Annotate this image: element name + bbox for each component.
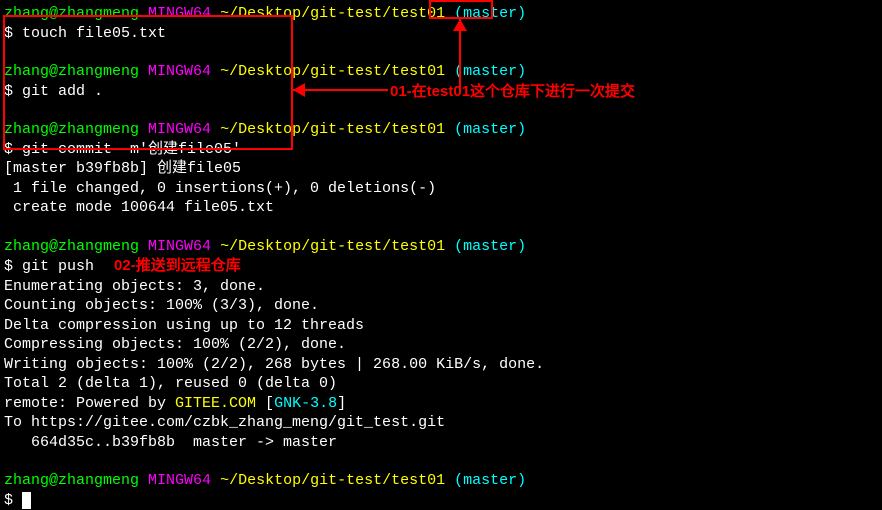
blank-line	[4, 218, 878, 237]
prompt-line: zhang@zhangmeng MINGW64 ~/Desktop/git-te…	[4, 62, 878, 82]
output-line: To https://gitee.com/czbk_zhang_meng/git…	[4, 413, 878, 433]
command-line: $ git commit -m'创建file05'	[4, 140, 878, 160]
cursor	[22, 492, 31, 509]
prompt-env: MINGW64	[148, 5, 211, 22]
command-line: $ touch file05.txt	[4, 24, 878, 44]
output-line: remote: Powered by GITEE.COM [GNK-3.8]	[4, 394, 878, 414]
prompt-branch: (master)	[454, 63, 526, 80]
output-line: Enumerating objects: 3, done.	[4, 277, 878, 297]
output-line: 664d35c..b39fb8b master -> master	[4, 433, 878, 453]
prompt-path: ~/Desktop/git-test/test01	[220, 238, 445, 255]
blank-line	[4, 452, 878, 471]
prompt-line: zhang@zhangmeng MINGW64 ~/Desktop/git-te…	[4, 237, 878, 257]
prompt-user: zhang@zhangmeng	[4, 472, 139, 489]
output-line: [master b39fb8b] 创建file05	[4, 159, 878, 179]
output-line: create mode 100644 file05.txt	[4, 198, 878, 218]
prompt-user: zhang@zhangmeng	[4, 121, 139, 138]
output-line: Writing objects: 100% (2/2), 268 bytes |…	[4, 355, 878, 375]
command-line-active[interactable]: $	[4, 491, 878, 510]
prompt-path: ~/Desktop/git-test/test01	[220, 63, 445, 80]
blank-line	[4, 101, 878, 120]
output-line: Total 2 (delta 1), reused 0 (delta 0)	[4, 374, 878, 394]
command-line: $ git add .01-在test01这个仓库下进行一次提交	[4, 82, 878, 102]
prompt-user: zhang@zhangmeng	[4, 238, 139, 255]
prompt-env: MINGW64	[148, 238, 211, 255]
gnk-version: GNK-3.8	[274, 395, 337, 412]
terminal-content[interactable]: zhang@zhangmeng MINGW64 ~/Desktop/git-te…	[4, 4, 878, 510]
prompt-env: MINGW64	[148, 472, 211, 489]
prompt-path: ~/Desktop/git-test/test01	[220, 472, 445, 489]
blank-line	[4, 43, 878, 62]
prompt-path: ~/Desktop/git-test/test01	[220, 5, 445, 22]
output-line: Counting objects: 100% (3/3), done.	[4, 296, 878, 316]
output-line: 1 file changed, 0 insertions(+), 0 delet…	[4, 179, 878, 199]
command-text: git push	[22, 258, 94, 275]
command-text: git add .	[22, 83, 103, 100]
command-text: touch file05.txt	[22, 25, 166, 42]
command-line: $ git push02-推送到远程仓库	[4, 256, 878, 277]
gitee-link: GITEE.COM	[175, 395, 256, 412]
prompt-line: zhang@zhangmeng MINGW64 ~/Desktop/git-te…	[4, 4, 878, 24]
prompt-branch: (master)	[454, 5, 526, 22]
prompt-branch: (master)	[454, 238, 526, 255]
prompt-line: zhang@zhangmeng MINGW64 ~/Desktop/git-te…	[4, 120, 878, 140]
output-line: Delta compression using up to 12 threads	[4, 316, 878, 336]
prompt-branch: (master)	[454, 472, 526, 489]
prompt-env: MINGW64	[148, 121, 211, 138]
prompt-env: MINGW64	[148, 63, 211, 80]
annotation-text-01: 01-在test01这个仓库下进行一次提交	[390, 82, 635, 102]
prompt-user: zhang@zhangmeng	[4, 5, 139, 22]
prompt-line: zhang@zhangmeng MINGW64 ~/Desktop/git-te…	[4, 471, 878, 491]
prompt-branch: (master)	[454, 121, 526, 138]
command-text: git commit -m'创建file05'	[22, 141, 241, 158]
prompt-path: ~/Desktop/git-test/test01	[220, 121, 445, 138]
output-line: Compressing objects: 100% (2/2), done.	[4, 335, 878, 355]
annotation-text-02: 02-推送到远程仓库	[114, 257, 241, 274]
prompt-user: zhang@zhangmeng	[4, 63, 139, 80]
